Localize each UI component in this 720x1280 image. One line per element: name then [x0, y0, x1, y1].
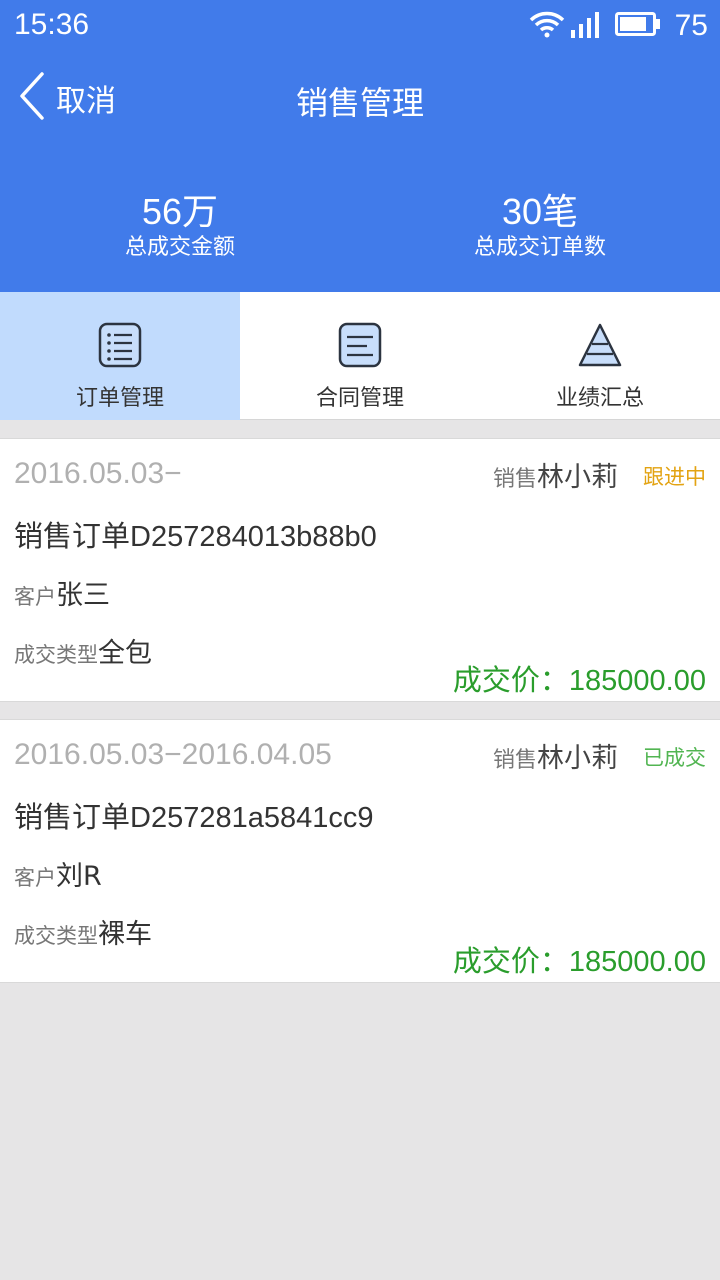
pyramid-icon [578, 322, 622, 368]
signal-icon [569, 10, 601, 42]
total-amount-value: 56万 [141, 191, 219, 232]
customer-label: 客户 [14, 866, 56, 890]
order-price: 成交价：185000.00 [453, 938, 706, 980]
status-icons: 75 [529, 8, 708, 44]
tab-label: 订单管理 [75, 386, 164, 411]
tab-bar: 订单管理 合同管理 业绩汇总 [0, 292, 720, 420]
order-date: 2016.05.03−2016.04.05 [14, 738, 332, 771]
total-orders-label: 总成交订单数 [473, 235, 606, 260]
order-type: 成交类型全包 [14, 631, 152, 670]
type-label: 成交类型 [14, 643, 98, 667]
page-title: 销售管理 [295, 84, 424, 122]
total-orders-stat: 30笔 总成交订单数 [360, 190, 720, 262]
order-seller: 销售林小莉 [493, 455, 618, 494]
wifi-icon [529, 10, 565, 42]
order-type: 成交类型裸车 [14, 912, 152, 951]
customer-name: 张三 [56, 580, 110, 611]
tab-performance-summary[interactable]: 业绩汇总 [480, 292, 720, 420]
status-time: 15:36 [14, 8, 90, 41]
price-value: 185000.00 [568, 665, 706, 697]
order-number: 销售订单D257281a5841cc9 [14, 802, 374, 834]
battery-icon [614, 12, 661, 40]
order-customer: 客户刘R [14, 854, 102, 893]
seller-name: 林小莉 [537, 462, 618, 493]
customer-label: 客户 [14, 585, 56, 609]
total-orders-value: 30笔 [501, 191, 579, 232]
status-badge: 已成交 [643, 746, 706, 770]
order-seller: 销售林小莉 [493, 736, 618, 775]
order-number: 销售订单D257284013b88b0 [14, 521, 377, 553]
tab-label: 业绩汇总 [555, 386, 644, 411]
seller-label: 销售 [492, 467, 537, 492]
tab-label: 合同管理 [315, 386, 404, 411]
nav-bar: 取消 销售管理 [0, 60, 720, 136]
document-icon [338, 322, 382, 368]
order-date: 2016.05.03− [14, 457, 182, 490]
total-amount-label: 总成交金额 [124, 235, 235, 260]
total-amount-stat: 56万 总成交金额 [0, 190, 360, 262]
order-card[interactable]: 2016.05.03−2016.04.05 销售林小莉 已成交 销售订单D257… [0, 719, 720, 983]
seller-label: 销售 [492, 748, 537, 773]
type-value: 裸车 [98, 919, 152, 950]
tab-order-management[interactable]: 订单管理 [0, 292, 240, 420]
price-label: 成交价： [452, 663, 569, 697]
tab-contract-management[interactable]: 合同管理 [240, 292, 480, 420]
order-customer: 客户张三 [14, 573, 110, 612]
header: 15:36 75 取消 销售管理 56万 总成交金额 30笔 总成交订单数 [0, 0, 720, 292]
type-label: 成交类型 [14, 924, 98, 948]
customer-name: 刘R [56, 861, 102, 892]
order-price: 成交价：185000.00 [453, 657, 706, 699]
battery-level: 75 [674, 9, 708, 42]
order-card[interactable]: 2016.05.03− 销售林小莉 跟进中 销售订单D257284013b88b… [0, 438, 720, 702]
price-value: 185000.00 [568, 946, 706, 978]
list-icon [98, 322, 142, 368]
price-label: 成交价： [452, 944, 569, 978]
type-value: 全包 [98, 638, 152, 669]
summary-stats: 56万 总成交金额 30笔 总成交订单数 [0, 190, 720, 270]
status-bar: 15:36 75 [0, 0, 720, 54]
status-badge: 跟进中 [643, 465, 706, 489]
seller-name: 林小莉 [537, 743, 618, 774]
